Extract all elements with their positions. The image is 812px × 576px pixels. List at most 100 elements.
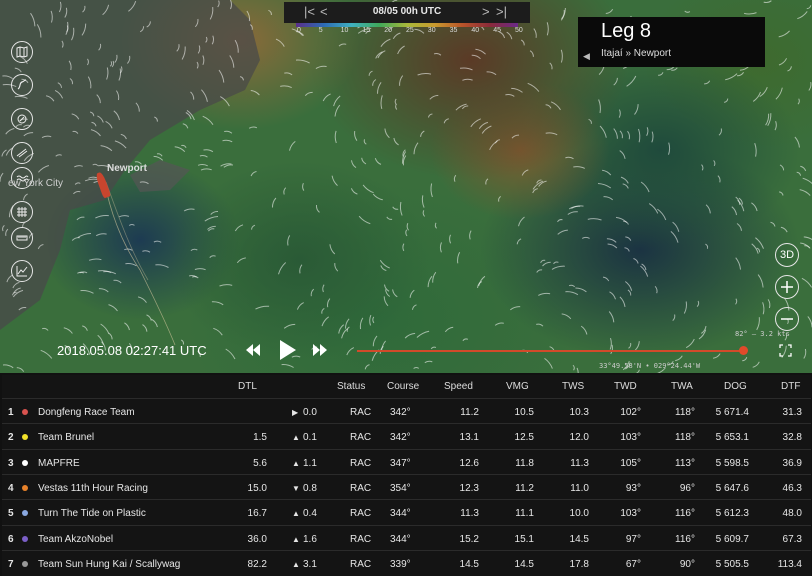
wind-streak (602, 169, 612, 176)
route-icon[interactable] (11, 74, 33, 96)
wind-streak (542, 261, 551, 267)
wind-streak (433, 52, 442, 56)
cell-dog: 5 653.1 (715, 432, 749, 444)
team-name[interactable]: Dongfeng Race Team (38, 407, 135, 418)
wind-streak (457, 251, 461, 264)
wind-scale-label: 0 (297, 27, 301, 34)
leg-route: Itajaí » Newport (601, 48, 672, 59)
wind-streak (599, 125, 607, 138)
table-row[interactable]: 2 Team Brunel ▲ 0.1 1.5 RAC 342° 13.1 12.5 12.0 10… (2, 423, 811, 449)
table-row[interactable]: 7 Team Sun Hung Kai / Scallywag ▲ 3.1 82.2 RA… (2, 549, 811, 576)
wind-streak (416, 330, 430, 338)
wind-icon[interactable] (11, 142, 33, 164)
wind-streak (386, 216, 393, 220)
last-frame-button[interactable]: >| (496, 4, 507, 19)
team-name[interactable]: Vestas 11th Hour Racing (38, 483, 148, 494)
wind-streak (551, 265, 565, 270)
wind-streak (625, 236, 632, 241)
cell-vmg: 15.1 (514, 533, 534, 545)
header-speed[interactable]: Speed (444, 381, 473, 392)
header-status[interactable]: Status (337, 381, 365, 392)
wind-streak (704, 80, 711, 85)
team-name[interactable]: MAPFRE (38, 458, 80, 469)
dtl-change: 0.8 (303, 482, 317, 494)
header-vmg[interactable]: VMG (506, 381, 529, 392)
zoom-in-button[interactable] (775, 275, 799, 299)
cell-course: 354° (390, 482, 411, 494)
wind-streak (475, 48, 486, 55)
grid-icon[interactable] (11, 201, 33, 223)
wind-streak (118, 215, 130, 218)
wind-streak (278, 262, 287, 275)
wind-streak (705, 243, 709, 249)
wind-streak (322, 93, 331, 102)
wind-streak (544, 357, 553, 369)
cell-speed: 11.2 (460, 407, 479, 418)
table-row[interactable]: 1 Dongfeng Race Team ▶ 0.0 RAC 342° 11.2 10.5 10… (2, 398, 811, 424)
wind-streak (511, 87, 523, 93)
wind-streak (453, 174, 457, 182)
3d-button[interactable]: 3D (775, 243, 799, 267)
wind-map[interactable]: Newport ew York City |< < 08/05 00h UTC … (0, 0, 812, 373)
cell-status: RAC (350, 432, 372, 444)
wind-streak (151, 318, 158, 328)
wind-streak (696, 300, 700, 307)
compass-icon[interactable] (11, 108, 33, 130)
zoom-out-button[interactable] (775, 307, 799, 331)
wind-streak (780, 226, 788, 233)
wind-streak (16, 367, 25, 372)
fullscreen-icon[interactable] (779, 344, 792, 357)
wind-streak (561, 313, 572, 320)
wind-streak (202, 115, 214, 125)
wind-streak (142, 250, 151, 253)
wind-streak (361, 157, 367, 165)
wind-streak (358, 215, 371, 225)
header-twa[interactable]: TWA (671, 381, 693, 392)
next-frame-button[interactable]: > (482, 4, 490, 19)
wind-streak (98, 288, 109, 293)
wind-streak (538, 292, 551, 296)
wind-streak (725, 73, 738, 81)
wind-streak (383, 296, 389, 307)
wind-streak (495, 139, 500, 144)
wind-streak (287, 235, 291, 246)
wind-streak (627, 289, 632, 296)
header-dog[interactable]: DOG (724, 381, 747, 392)
cell-course: 347° (390, 457, 411, 469)
header-dtf[interactable]: DTF (781, 381, 800, 392)
cell-dtf: 36.9 (782, 457, 802, 469)
rewind-button[interactable] (246, 344, 260, 356)
wind-streak (470, 118, 481, 128)
wind-streak (236, 257, 246, 264)
header-course[interactable]: Course (387, 381, 419, 392)
chevron-left-icon[interactable]: ◀ (583, 51, 590, 62)
map-icon[interactable] (11, 41, 33, 63)
header-tws[interactable]: TWS (562, 381, 584, 392)
team-name[interactable]: Team Sun Hung Kai / Scallywag (38, 559, 180, 570)
wind-streak (765, 113, 770, 126)
leaderboard-table: DTL Status Course Speed VMG TWS TWD TWA … (2, 375, 811, 576)
table-row[interactable]: 5 Turn The Tide on Plastic ▲ 0.4 16.7 RAC 344°… (2, 499, 811, 525)
table-row[interactable]: 4 Vestas 11th Hour Racing ▼ 0.8 15.0 RAC 354° 1… (2, 473, 811, 500)
wind-streak (613, 77, 618, 86)
wind-streak (137, 296, 147, 303)
header-twd[interactable]: TWD (614, 381, 637, 392)
wind-streak (255, 305, 270, 310)
team-name[interactable]: Turn The Tide on Plastic (38, 508, 146, 519)
team-name[interactable]: Team Brunel (38, 432, 94, 443)
timeline-track[interactable] (357, 350, 747, 352)
table-row[interactable]: 6 Team AkzoNobel ▲ 1.6 36.0 RAC 344° 15.2 15.1 14… (2, 524, 811, 551)
chart-icon[interactable] (11, 260, 33, 282)
fast-forward-button[interactable] (313, 344, 327, 356)
wind-streak (635, 369, 640, 373)
play-button[interactable] (280, 340, 296, 360)
wind-streak (82, 325, 88, 331)
team-name[interactable]: Team AkzoNobel (38, 534, 113, 545)
header-dtl[interactable]: DTL (238, 381, 257, 392)
cell-tws: 12.0 (569, 432, 589, 444)
wind-streak (799, 189, 811, 196)
team-color-dot (22, 459, 28, 466)
ruler-icon[interactable] (11, 227, 33, 249)
table-row[interactable]: 3 MAPFRE ▲ 1.1 5.6 RAC 347° 12.6 11.8 11.3 105° 113… (2, 448, 811, 475)
cell-tws: 14.5 (569, 533, 589, 545)
